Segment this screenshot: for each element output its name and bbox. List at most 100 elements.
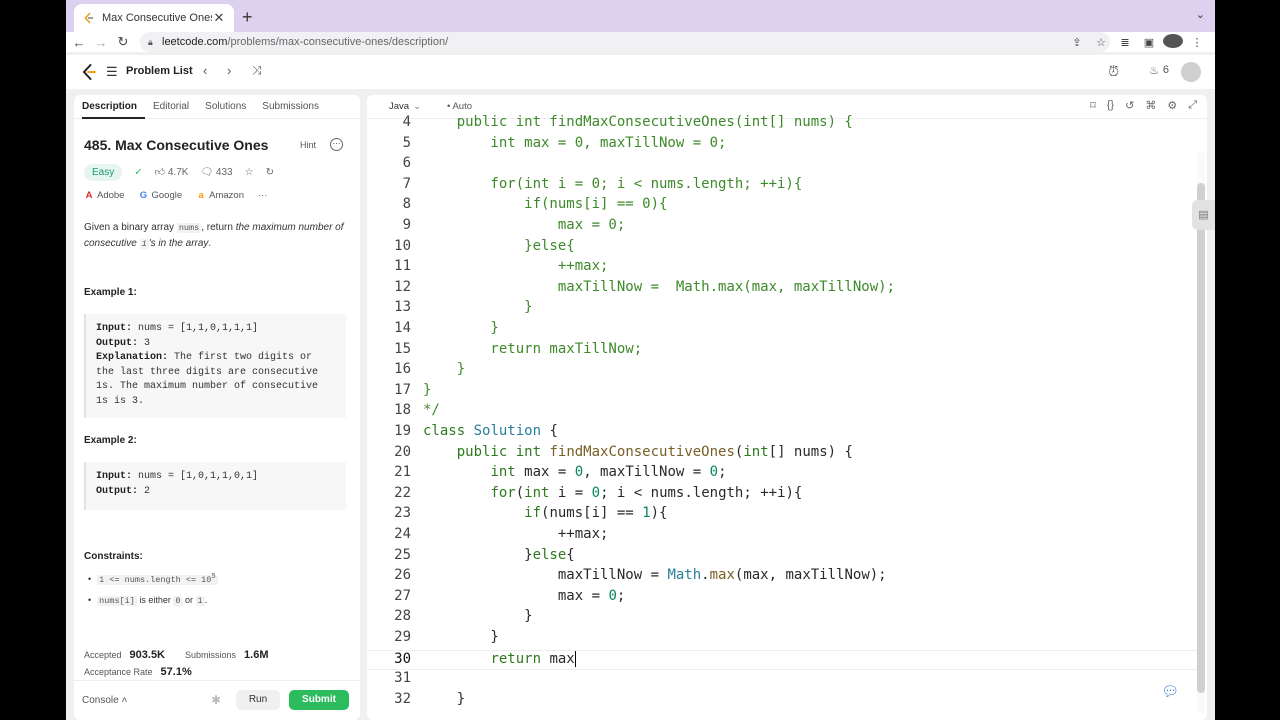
code-text: return max: [490, 650, 576, 667]
code-line[interactable]: 31: [367, 670, 1197, 691]
code-line[interactable]: 23 if(nums[i] == 1){: [367, 505, 1197, 526]
tab-description[interactable]: Description: [82, 95, 146, 119]
code-line[interactable]: 4 public int findMaxConsecutiveOnes(int[…: [367, 114, 1197, 135]
tab-submissions[interactable]: Submissions: [262, 95, 327, 119]
desc-code: 1: [139, 239, 149, 249]
desc-code: nums: [176, 223, 202, 233]
back-arrow-icon[interactable]: ←: [68, 35, 90, 50]
code-line[interactable]: 7 for(int i = 0; i < nums.length; ++i){: [367, 176, 1197, 197]
autocomplete-toggle[interactable]: • Auto: [447, 101, 472, 112]
console-toggle[interactable]: Console ˄: [82, 695, 127, 706]
reload-icon[interactable]: ↻: [112, 34, 134, 50]
bookmark-star-icon[interactable]: ☆: [1091, 36, 1111, 49]
profile-avatar-icon[interactable]: [1163, 33, 1183, 51]
submit-button[interactable]: Submit: [289, 690, 349, 710]
code-line[interactable]: 6: [367, 155, 1197, 176]
streak-counter[interactable]: ♨ 6: [1149, 64, 1169, 77]
code-line[interactable]: 19 class Solution {: [367, 423, 1197, 444]
forward-arrow-icon[interactable]: →: [90, 35, 112, 50]
code-line[interactable]: 13 }: [367, 299, 1197, 320]
code-text: */: [423, 402, 440, 419]
comment-icon: 🗨︎: [200, 166, 214, 178]
tab-editorial[interactable]: Editorial: [153, 95, 197, 119]
fire-icon: ♨: [1149, 65, 1159, 77]
constraint-code: 1 <= nums.length <= 105: [97, 573, 218, 585]
user-avatar[interactable]: [1181, 62, 1201, 82]
company-tags: A Adobe G Google a Amazon ···: [84, 190, 268, 201]
reading-list-icon[interactable]: ≣: [1115, 36, 1135, 49]
refresh-icon[interactable]: ↻: [266, 167, 274, 178]
problem-list-icon[interactable]: ☰: [106, 64, 118, 80]
code-line[interactable]: 5 int max = 0, maxTillNow = 0;: [367, 135, 1197, 156]
favorite-star-icon[interactable]: ☆: [245, 167, 254, 178]
code-line[interactable]: 26 maxTillNow = Math.max(max, maxTillNow…: [367, 567, 1197, 588]
company-tag-adobe[interactable]: A Adobe: [84, 190, 125, 201]
example-value: nums = [1,1,0,1,1,1]: [138, 323, 259, 334]
code-line[interactable]: 22 for(int i = 0; i < nums.length; ++i){: [367, 485, 1197, 506]
next-problem-chevron-icon[interactable]: ›: [227, 63, 231, 78]
code-line[interactable]: 30 return max: [367, 649, 1197, 671]
problem-list-link[interactable]: Problem List: [126, 65, 193, 77]
code-line[interactable]: 14 }: [367, 320, 1197, 341]
hint-button[interactable]: Hint: [300, 140, 316, 150]
code-line[interactable]: 29 }: [367, 629, 1197, 650]
company-tag-google[interactable]: G Google: [138, 190, 182, 201]
bookmark-icon[interactable]: ⌑: [1090, 99, 1096, 112]
constraints-list: 1 <= nums.length <= 105 nums[i] is eithe…: [88, 573, 218, 616]
code-line[interactable]: 24 ++max;: [367, 526, 1197, 547]
example-label: Output:: [96, 485, 139, 497]
code-line[interactable]: 28 }: [367, 608, 1197, 629]
example-value: 3: [144, 337, 151, 349]
chat-bubble-icon[interactable]: 💬︎: [1161, 683, 1179, 700]
language-select[interactable]: Java ⌄: [389, 101, 421, 112]
comments-button[interactable]: 🗨︎ 433: [200, 167, 232, 178]
code-line[interactable]: 9 max = 0;: [367, 217, 1197, 238]
debug-icon[interactable]: ✱: [211, 693, 221, 707]
code-line[interactable]: 27 max = 0;: [367, 588, 1197, 609]
code-line[interactable]: 21 int max = 0, maxTillNow = 0;: [367, 464, 1197, 485]
like-button[interactable]: 👍︎ 4.7K: [155, 166, 189, 178]
address-bar[interactable]: 🔒︎ leetcode.com/problems/max-consecutive…: [140, 32, 1110, 52]
code-line[interactable]: 8 if(nums[i] == 0){: [367, 196, 1197, 217]
new-tab-icon[interactable]: +: [242, 7, 253, 28]
browser-tab[interactable]: Max Consecutive Ones - LeetC ✕: [74, 4, 234, 32]
code-line[interactable]: 17}: [367, 382, 1197, 403]
more-options-icon[interactable]: ⋯: [330, 138, 343, 151]
code-line[interactable]: 25 }else{: [367, 547, 1197, 568]
code-line[interactable]: 20 public int findMaxConsecutiveOnes(int…: [367, 444, 1197, 465]
timer-clock-icon[interactable]: ⏰︎: [1108, 63, 1119, 80]
code-line[interactable]: 18 */: [367, 402, 1197, 423]
code-line[interactable]: 12 maxTillNow = Math.max(max, maxTillNow…: [367, 279, 1197, 300]
code-line[interactable]: 10 }else{: [367, 238, 1197, 259]
leetcode-logo-icon[interactable]: [80, 63, 98, 81]
side-panel-icon[interactable]: ▣: [1139, 36, 1159, 49]
code-area[interactable]: 4 public int findMaxConsecutiveOnes(int[…: [367, 114, 1207, 720]
action-footer: Console ˄ ✱ Run Submit: [74, 680, 360, 720]
fullscreen-icon[interactable]: ⤢: [1188, 99, 1197, 112]
code-line[interactable]: 15 return maxTillNow;: [367, 341, 1197, 362]
close-tab-icon[interactable]: ✕: [212, 10, 226, 26]
editor-scrollbar[interactable]: [1197, 183, 1205, 693]
reset-code-icon[interactable]: ↺: [1125, 99, 1134, 112]
browser-toolbar: ← → ↻ 🔒︎ leetcode.com/problems/max-conse…: [66, 32, 1215, 52]
side-notes-tab[interactable]: ▤: [1192, 200, 1215, 230]
acceptance-rate: Acceptance Rate 57.1%: [84, 666, 192, 678]
code-line[interactable]: 32 }: [367, 691, 1197, 712]
prev-problem-chevron-icon[interactable]: ‹: [203, 63, 207, 78]
share-icon[interactable]: ⇪: [1067, 36, 1087, 49]
code-line[interactable]: 16 }: [367, 361, 1197, 382]
url-path: /problems/max-consecutive-ones/descripti…: [227, 36, 449, 48]
shortcut-icon[interactable]: ⌘: [1145, 99, 1156, 112]
format-braces-icon[interactable]: {}: [1107, 99, 1114, 112]
tab-search-chevron-icon[interactable]: ⌄: [1196, 8, 1205, 21]
tab-solutions[interactable]: Solutions: [205, 95, 254, 119]
browser-menu-icon[interactable]: ⋮: [1187, 36, 1207, 49]
more-companies-button[interactable]: ···: [258, 190, 268, 201]
desc-text: Given a binary array: [84, 222, 177, 233]
company-tag-amazon[interactable]: a Amazon: [196, 190, 244, 201]
shuffle-icon[interactable]: ⤨: [252, 63, 262, 78]
run-button[interactable]: Run: [236, 690, 280, 710]
code-line[interactable]: 11 ++max;: [367, 258, 1197, 279]
code-text: public int findMaxConsecutiveOnes(int[] …: [423, 114, 853, 130]
settings-gear-icon[interactable]: ⚙: [1167, 99, 1177, 112]
